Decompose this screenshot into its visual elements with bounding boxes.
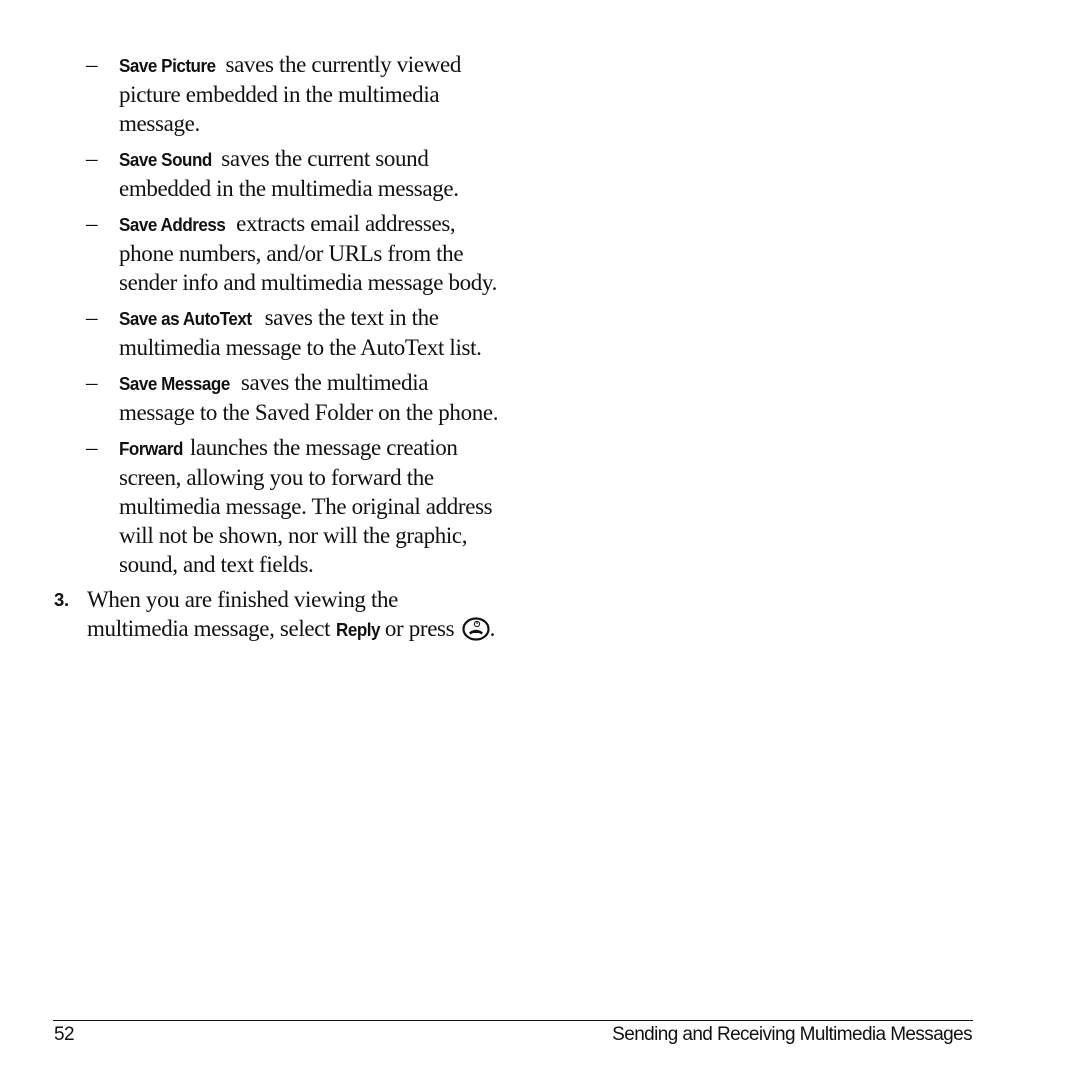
menu-option-label: Save Message <box>119 373 230 394</box>
step-number: 3. <box>54 589 69 610</box>
menu-option-label: Forward <box>119 438 183 459</box>
step-text-middle: or press <box>379 616 460 641</box>
page-content: – Save Picture saves the currently viewe… <box>54 50 504 644</box>
step-3: 3. When you are finished viewing the mul… <box>54 585 504 644</box>
page-number: 52 <box>54 1024 75 1045</box>
bullet-dash: – <box>86 211 98 236</box>
list-item-forward: – Forward launches the message creation … <box>54 433 504 579</box>
end-key-icon <box>462 617 490 641</box>
menu-option-label: Save Sound <box>119 149 212 170</box>
list-item-save-as-autotext: – Save as AutoText saves the text in the… <box>54 303 504 362</box>
section-title: Sending and Receiving Multimedia Message… <box>612 1024 972 1045</box>
bullet-dash: – <box>86 435 98 460</box>
bullet-dash: – <box>86 370 98 395</box>
list-item-save-address: – Save Address extracts email addresses,… <box>54 209 504 297</box>
menu-option-label: Save as AutoText <box>119 308 252 329</box>
menu-option-label: Save Address <box>119 214 226 235</box>
footer-divider <box>53 1020 973 1021</box>
list-item-save-message: – Save Message saves the multimedia mess… <box>54 368 504 427</box>
list-item-save-picture: – Save Picture saves the currently viewe… <box>54 50 504 138</box>
menu-option-label: Save Picture <box>119 55 216 76</box>
bullet-dash: – <box>86 146 98 171</box>
bullet-dash: – <box>86 52 98 77</box>
bullet-dash: – <box>86 305 98 330</box>
step-text-after: . <box>489 616 496 641</box>
list-item-save-sound: – Save Sound saves the current sound emb… <box>54 144 504 203</box>
reply-option-label: Reply <box>335 619 381 640</box>
